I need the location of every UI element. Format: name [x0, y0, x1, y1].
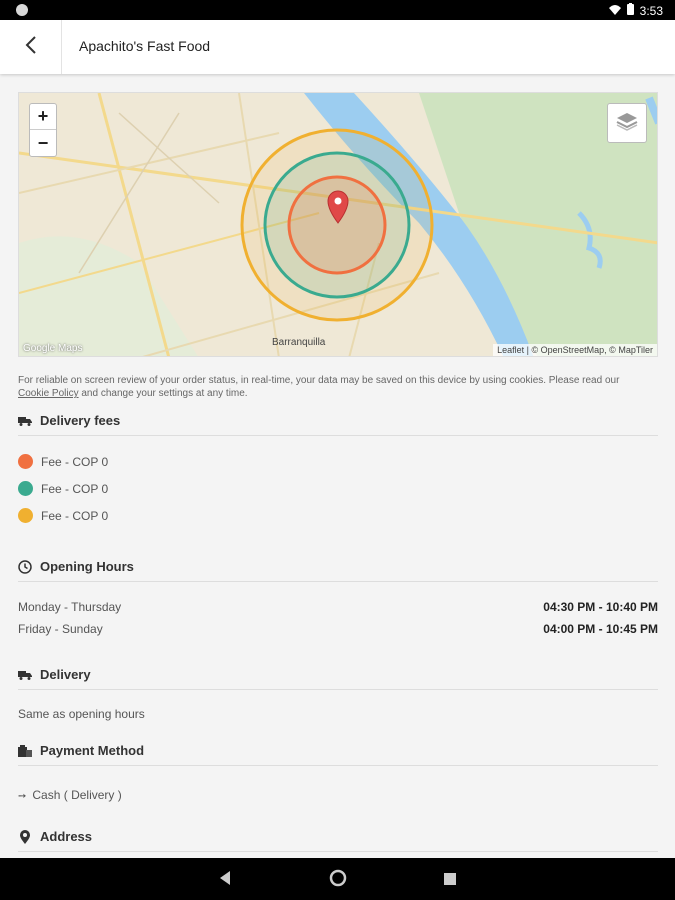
layers-icon [616, 111, 638, 136]
fee-item: Fee - COP 0 [18, 508, 108, 523]
app-bar: Apachito's Fast Food [0, 20, 675, 74]
hours-days: Monday - Thursday [18, 600, 122, 614]
status-time: 3:53 [639, 3, 663, 18]
address-title: Address [40, 829, 93, 844]
delivery-heading: Delivery [18, 660, 658, 690]
truck-icon [18, 414, 32, 428]
triangle-back-icon [220, 871, 230, 885]
delivery-fees-title: Delivery fees [40, 413, 121, 428]
hours-time: 04:30 PM - 10:40 PM [543, 600, 658, 614]
opening-hours-heading: Opening Hours [18, 552, 658, 582]
address-heading: Address [18, 822, 658, 852]
zoom-out-button[interactable]: − [30, 130, 56, 156]
city-label: Barranquilla [272, 337, 326, 348]
opening-hours-title: Opening Hours [40, 559, 134, 574]
delivery-title: Delivery [40, 667, 91, 682]
map-credit: Google Maps [23, 343, 83, 354]
fee-color-dot [18, 481, 33, 496]
hours-row: Friday - Sunday 04:00 PM - 10:45 PM [18, 622, 658, 636]
payment-title: Payment Method [40, 743, 145, 758]
fee-color-dot [18, 454, 33, 469]
delivery-text: Same as opening hours [18, 707, 145, 721]
hours-row: Monday - Thursday 04:30 PM - 10:40 PM [18, 600, 658, 614]
payment-label: Cash ( Delivery ) [32, 788, 122, 802]
fee-color-dot [18, 508, 33, 523]
battery-icon [626, 3, 634, 18]
system-nav-bar [0, 858, 675, 900]
notification-icon [16, 4, 28, 16]
map-canvas: Barranquilla [19, 93, 657, 356]
cookie-text: For reliable on screen review of your or… [18, 375, 620, 386]
cookie-policy-link[interactable]: Cookie Policy [18, 388, 79, 399]
zoom-in-button[interactable]: + [30, 104, 56, 130]
payment-item: ➙ Cash ( Delivery ) [18, 788, 122, 802]
truck-icon [18, 668, 32, 682]
map-attribution[interactable]: Leaflet | © OpenStreetMap, © MapTiler [493, 344, 657, 356]
fee-item: Fee - COP 0 [18, 454, 108, 469]
back-arrow-icon [24, 35, 38, 60]
square-recents-icon [444, 873, 456, 885]
hours-time: 04:00 PM - 10:45 PM [543, 622, 658, 636]
wifi-icon [608, 4, 621, 18]
fee-label: Fee - COP 0 [41, 454, 109, 469]
delivery-zone-map[interactable]: Barranquilla + − Google Maps Leaflet | ©… [18, 92, 658, 357]
nav-home-button[interactable] [329, 869, 347, 892]
payment-icon [18, 744, 32, 758]
layers-button[interactable] [607, 103, 647, 143]
clock-icon [18, 559, 32, 574]
hours-days: Friday - Sunday [18, 622, 103, 636]
nav-recents-button[interactable] [444, 872, 456, 890]
arrow-right-icon: ➙ [18, 791, 27, 802]
status-bar: 3:53 [0, 0, 675, 20]
map-pin-icon [18, 829, 32, 844]
circle-home-icon [329, 869, 347, 887]
delivery-fees-heading: Delivery fees [18, 406, 658, 436]
payment-heading: Payment Method [18, 736, 658, 766]
back-button[interactable] [0, 20, 62, 74]
zoom-control: + − [29, 103, 57, 157]
fee-label: Fee - COP 0 [41, 508, 109, 523]
cookie-notice: For reliable on screen review of your or… [18, 374, 658, 400]
main-content: Barranquilla + − Google Maps Leaflet | ©… [0, 74, 675, 858]
nav-back-button[interactable] [218, 870, 232, 891]
fee-item: Fee - COP 0 [18, 481, 108, 496]
fee-label: Fee - COP 0 [41, 481, 109, 496]
cookie-text-after: and change your settings at any time. [81, 388, 248, 399]
page-title: Apachito's Fast Food [79, 38, 211, 54]
